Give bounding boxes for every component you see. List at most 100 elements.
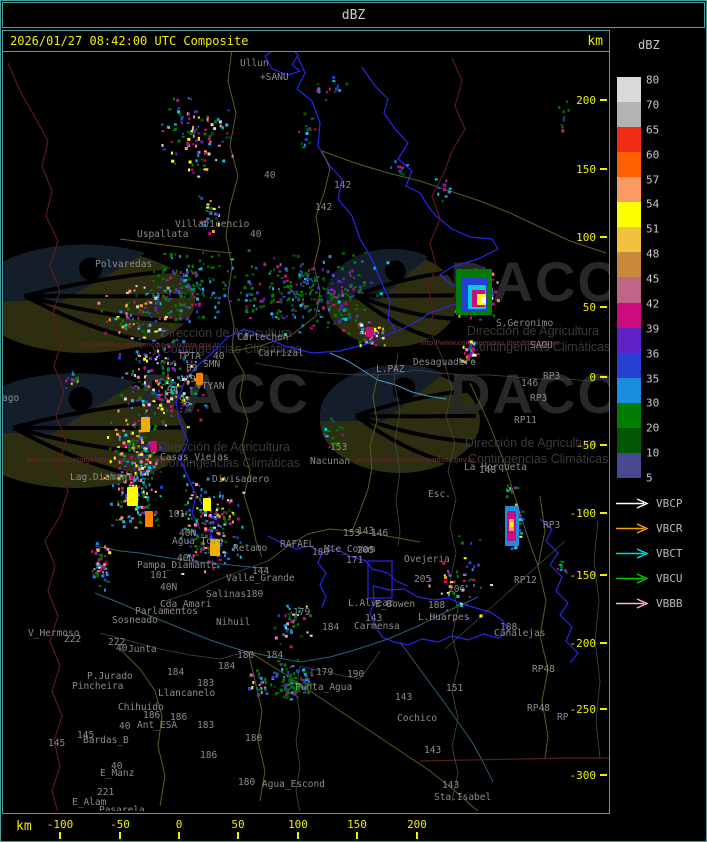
scale-tick-label: 54 — [646, 198, 659, 211]
scale-block — [617, 202, 641, 227]
map-place-label: Ullun — [240, 58, 269, 69]
scale-tick-label: 20 — [646, 422, 659, 435]
scale-block — [617, 127, 641, 152]
vector-label: VBCP — [656, 497, 683, 510]
vector-arrow-icon — [614, 523, 652, 534]
scale-block — [617, 353, 641, 378]
y-axis-tick — [600, 512, 607, 514]
scale-block — [617, 77, 641, 102]
province-border-line — [420, 758, 609, 761]
map-place-label: Punta_Agua — [295, 682, 352, 693]
watermark-url-text: http://www.contingencias.mendoza.gov.ar — [27, 457, 167, 464]
map-place-label: 222 — [64, 634, 81, 645]
map-place-label: 180 — [245, 733, 262, 744]
map-place-label: 188 — [500, 622, 517, 633]
map-place-label: 143 — [442, 780, 459, 791]
title-bar: dBZ — [2, 2, 705, 28]
map-place-label: 89 — [186, 363, 198, 374]
map-place-label: 40 — [116, 643, 128, 654]
scale-tick-label: 36 — [646, 347, 659, 360]
map-place-label: S.Geronimo — [496, 318, 553, 329]
map-place-label: Bardas_B — [83, 735, 129, 746]
scale-block — [617, 428, 641, 453]
map-place-label: ago — [3, 393, 19, 404]
road-line — [226, 52, 238, 351]
map-place-label: Lag.Diamante — [70, 472, 139, 483]
map-place-label: 180 — [237, 650, 254, 661]
y-axis-tick-label: 50 — [583, 301, 596, 314]
storm-cell-core — [510, 522, 513, 527]
map-place-label: Nacunan — [310, 456, 350, 467]
scale-block — [617, 403, 641, 428]
x-axis-tick — [59, 832, 61, 839]
map-place-label: 188 — [428, 600, 445, 611]
map-place-label: 180 — [238, 777, 255, 788]
map-place-label: 40 — [250, 229, 262, 240]
map-place-label: RP12 — [514, 575, 537, 586]
road-line — [322, 151, 606, 253]
y-axis-tick — [600, 376, 607, 378]
map-place-label: TPTA — [178, 351, 201, 362]
map-place-label: Desaguadero — [413, 357, 476, 368]
map-place-label: RP3 — [543, 520, 560, 531]
map-place-label: 184 — [266, 650, 283, 661]
road-line — [538, 496, 548, 758]
y-axis-tick-label: 150 — [576, 163, 596, 176]
x-axis-tick — [119, 832, 121, 839]
scale-tick-label: 80 — [646, 74, 659, 87]
map-place-label: RP48 — [532, 664, 555, 675]
scale-block — [617, 152, 641, 177]
map-place-label: 151 — [446, 683, 463, 694]
scale-tick-label: 5 — [646, 472, 653, 485]
scale-tick-label: 57 — [646, 173, 659, 186]
scale-tick-label: 70 — [646, 98, 659, 111]
map-place-label: 101 — [168, 509, 185, 520]
vector-legend-row: VBCU — [614, 572, 704, 584]
map-place-label: 190 — [347, 669, 364, 680]
map-place-label: +SANU — [260, 72, 289, 83]
map-place-label: 179 — [316, 667, 333, 678]
river-line — [362, 67, 436, 216]
map-place-label: 143 — [365, 613, 382, 624]
y-axis-tick-label: 0 — [589, 371, 596, 384]
vector-legend-row: VBCP — [614, 497, 704, 509]
y-axis-tick-label: 200 — [576, 94, 596, 107]
map-place-label: 40N — [160, 582, 177, 593]
map-place-label: Retamo — [233, 543, 268, 554]
map-place-label: Divisadero — [212, 474, 269, 485]
x-axis-tick — [356, 832, 358, 839]
scale-block — [617, 328, 641, 353]
map-place-label: Ovejeria — [404, 554, 450, 565]
x-axis-tick-label: 200 — [407, 818, 427, 831]
map-place-label: Nihuil — [216, 617, 250, 628]
x-axis-tick-label: -50 — [110, 818, 130, 831]
map-place-label: Cochico — [397, 713, 437, 724]
map-place-label: 92 — [179, 395, 190, 406]
map-place-label: Llancanelo — [158, 688, 215, 699]
map-place-label: Sosneado — [112, 615, 158, 626]
y-axis-tick-label: -200 — [570, 637, 597, 650]
y-axis-tick — [600, 642, 607, 644]
map-place-label: 145 — [48, 738, 65, 749]
x-axis-tick — [416, 832, 418, 839]
scale-tick-label: 39 — [646, 322, 659, 335]
scale-block — [617, 378, 641, 403]
map-place-label: Uspallata — [137, 229, 188, 240]
map-place-label: 40 — [111, 761, 123, 772]
scale-block — [617, 453, 641, 478]
map-place-label: 180 — [246, 589, 263, 600]
y-axis-tick — [600, 774, 607, 776]
scale-tick-label: 10 — [646, 447, 659, 460]
storm-cell-core — [141, 417, 150, 432]
y-axis-tick — [600, 168, 607, 170]
x-axis-tick-label: 150 — [347, 818, 367, 831]
scale-tick-label: 48 — [646, 248, 659, 261]
map-place-label: +TYAN — [196, 381, 225, 392]
map-place-label: 142 — [315, 202, 332, 213]
map-place-label: 171 — [346, 555, 363, 566]
map-place-label: Polvaredas — [95, 259, 152, 270]
scale-tick-label: 30 — [646, 397, 659, 410]
vector-arrow-icon — [614, 598, 652, 609]
map-header: 2026/01/27 08:42:00 UTC Composite km — [3, 31, 609, 52]
vector-label: VBBB — [656, 597, 683, 610]
